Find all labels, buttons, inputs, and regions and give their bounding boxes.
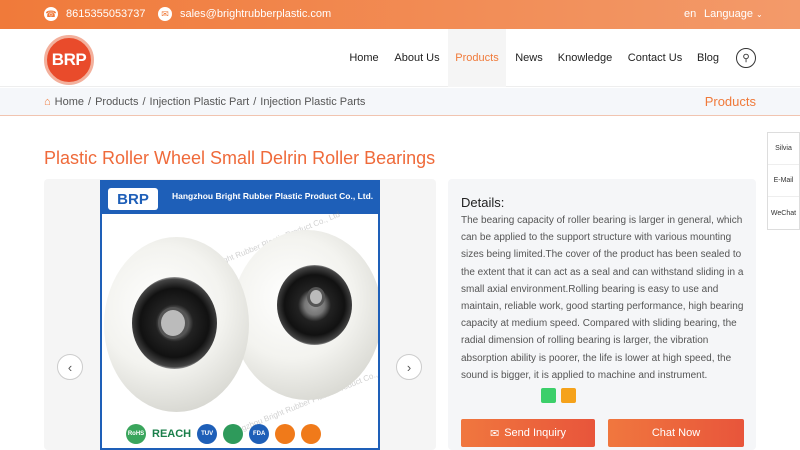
- breadcrumb-separator: /: [88, 96, 92, 108]
- image-brand-logo: BRP: [108, 188, 158, 210]
- nav-products[interactable]: Products: [448, 29, 506, 87]
- side-contact-wechat[interactable]: WeChat: [768, 197, 799, 229]
- prev-image-button[interactable]: ‹: [57, 354, 83, 380]
- breadcrumb-separator: /: [142, 96, 146, 108]
- nav-blog[interactable]: Blog: [694, 29, 722, 87]
- nav-contact-us[interactable]: Contact Us: [626, 29, 684, 87]
- language-code[interactable]: en: [684, 8, 696, 20]
- search-button[interactable]: ⚲: [736, 48, 756, 68]
- breadcrumb-home[interactable]: Home: [55, 96, 84, 108]
- phone-contact[interactable]: ☎ 8615355053737: [44, 7, 146, 21]
- product-title: Plastic Roller Wheel Small Delrin Roller…: [44, 148, 436, 168]
- language-selector[interactable]: Language ⌄: [704, 8, 763, 20]
- chat-now-label: Chat Now: [651, 427, 701, 439]
- send-inquiry-label: Send Inquiry: [504, 427, 566, 439]
- email-address[interactable]: sales@brightrubberplastic.com: [180, 8, 331, 20]
- product-gallery: BRP Hangzhou Bright Rubber Plastic Produ…: [44, 179, 436, 450]
- mail-icon: ✉: [490, 427, 500, 440]
- certified-badge-icon: [275, 424, 296, 444]
- language-label: Language: [704, 8, 753, 20]
- chevron-right-icon: ›: [406, 359, 412, 375]
- mail-icon: ✉: [158, 7, 172, 21]
- details-heading: Details:: [461, 195, 505, 210]
- nav-news[interactable]: News: [513, 29, 545, 87]
- breadcrumb-injection-plastic-parts[interactable]: Injection Plastic Parts: [260, 96, 365, 108]
- details-panel: Details: The bearing capacity of roller …: [448, 179, 756, 450]
- color-swatch-orange[interactable]: [561, 388, 576, 403]
- section-title: Products: [704, 94, 756, 109]
- breadcrumb-separator: /: [253, 96, 257, 108]
- site-header: BRP Home About Us Products News Knowledg…: [0, 29, 800, 87]
- phone-icon: ☎: [44, 7, 58, 21]
- send-inquiry-button[interactable]: ✉ Send Inquiry: [461, 419, 595, 447]
- phone-number[interactable]: 8615355053737: [66, 8, 146, 20]
- breadcrumb-bar: ⌂ Home / Products / Injection Plastic Pa…: [0, 88, 800, 116]
- side-contact-skype[interactable]: Silvia: [768, 133, 799, 165]
- fda-logo: FDA: [249, 424, 270, 444]
- next-image-button[interactable]: ›: [396, 354, 422, 380]
- search-icon: ⚲: [742, 52, 750, 64]
- details-text: The bearing capacity of roller bearing i…: [461, 215, 744, 381]
- side-contact-bar: Silvia E-Mail WeChat: [767, 132, 800, 230]
- home-icon: ⌂: [44, 96, 51, 108]
- reach-logo: REACH: [152, 428, 192, 440]
- certified-badge-icon: [301, 424, 322, 444]
- nav-about-us[interactable]: About Us: [393, 29, 441, 87]
- chevron-down-icon: ⌄: [756, 10, 763, 19]
- nav-knowledge[interactable]: Knowledge: [556, 29, 614, 87]
- image-company-name: Hangzhou Bright Rubber Plastic Product C…: [172, 191, 374, 201]
- chat-now-button[interactable]: Chat Now: [608, 419, 744, 447]
- bearing-hub-back: [307, 287, 325, 307]
- tuv-logo: TUV: [197, 424, 218, 444]
- color-swatch-green[interactable]: [541, 388, 556, 403]
- breadcrumb-injection-plastic-part[interactable]: Injection Plastic Part: [150, 96, 250, 108]
- breadcrumb-products[interactable]: Products: [95, 96, 138, 108]
- email-contact[interactable]: ✉ sales@brightrubberplastic.com: [158, 7, 331, 21]
- certification-logos: RoHS REACH TUV FDA: [126, 424, 322, 444]
- rohs-logo: RoHS: [126, 424, 146, 444]
- bearing-hub-front: [158, 307, 188, 339]
- recycle-logo: [223, 424, 244, 444]
- site-logo[interactable]: BRP: [44, 35, 94, 85]
- product-image[interactable]: BRP Hangzhou Bright Rubber Plastic Produ…: [100, 180, 380, 450]
- nav-home[interactable]: Home: [346, 29, 382, 87]
- breadcrumb: ⌂ Home / Products / Injection Plastic Pa…: [44, 96, 365, 108]
- chevron-left-icon: ‹: [67, 359, 73, 375]
- top-bar: ☎ 8615355053737 ✉ sales@brightrubberplas…: [0, 0, 800, 29]
- side-contact-email[interactable]: E-Mail: [768, 165, 799, 197]
